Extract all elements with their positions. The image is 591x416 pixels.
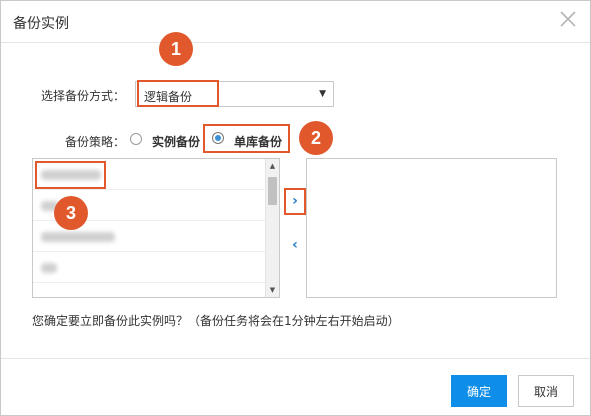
close-icon[interactable] <box>559 10 577 28</box>
cancel-button[interactable]: 取消 <box>518 375 574 407</box>
list-scrollbar[interactable]: ▲ ▼ <box>265 159 279 297</box>
selected-database-list[interactable] <box>306 158 557 298</box>
confirm-message: 您确定要立即备份此实例吗？（备份任务将会在1分钟左右开始启动） <box>32 314 400 328</box>
callout-box-2 <box>203 124 290 153</box>
instance-backup-label[interactable]: 实例备份 <box>152 133 200 150</box>
dialog-header: 备份实例 <box>1 1 590 43</box>
backup-strategy-label: 备份策略： <box>65 135 126 149</box>
scroll-thumb[interactable] <box>268 177 277 205</box>
list-item[interactable] <box>33 252 265 283</box>
footer-divider <box>1 358 590 359</box>
backup-instance-dialog: 备份实例 1 选择备份方式： 逻辑备份 ▼ 备份策略： 实例备份 单库备份 2 … <box>0 0 591 416</box>
backup-method-label: 选择备份方式： <box>41 89 126 103</box>
instance-backup-radio[interactable] <box>130 133 142 145</box>
callout-box-3 <box>35 161 106 189</box>
dialog-title: 备份实例 <box>13 16 69 32</box>
confirm-button[interactable]: 确定 <box>451 375 507 407</box>
step-badge-2: 2 <box>299 121 333 155</box>
step-badge-3: 3 <box>54 196 88 230</box>
chevron-left-icon[interactable]: ‹ <box>288 236 302 254</box>
scroll-up-icon[interactable]: ▲ <box>266 159 279 173</box>
scroll-down-icon[interactable]: ▼ <box>266 283 279 297</box>
callout-box-4 <box>284 188 306 215</box>
step-badge-1: 1 <box>159 32 193 66</box>
dropdown-arrow-icon: ▼ <box>319 89 326 99</box>
callout-box-1 <box>137 80 219 107</box>
